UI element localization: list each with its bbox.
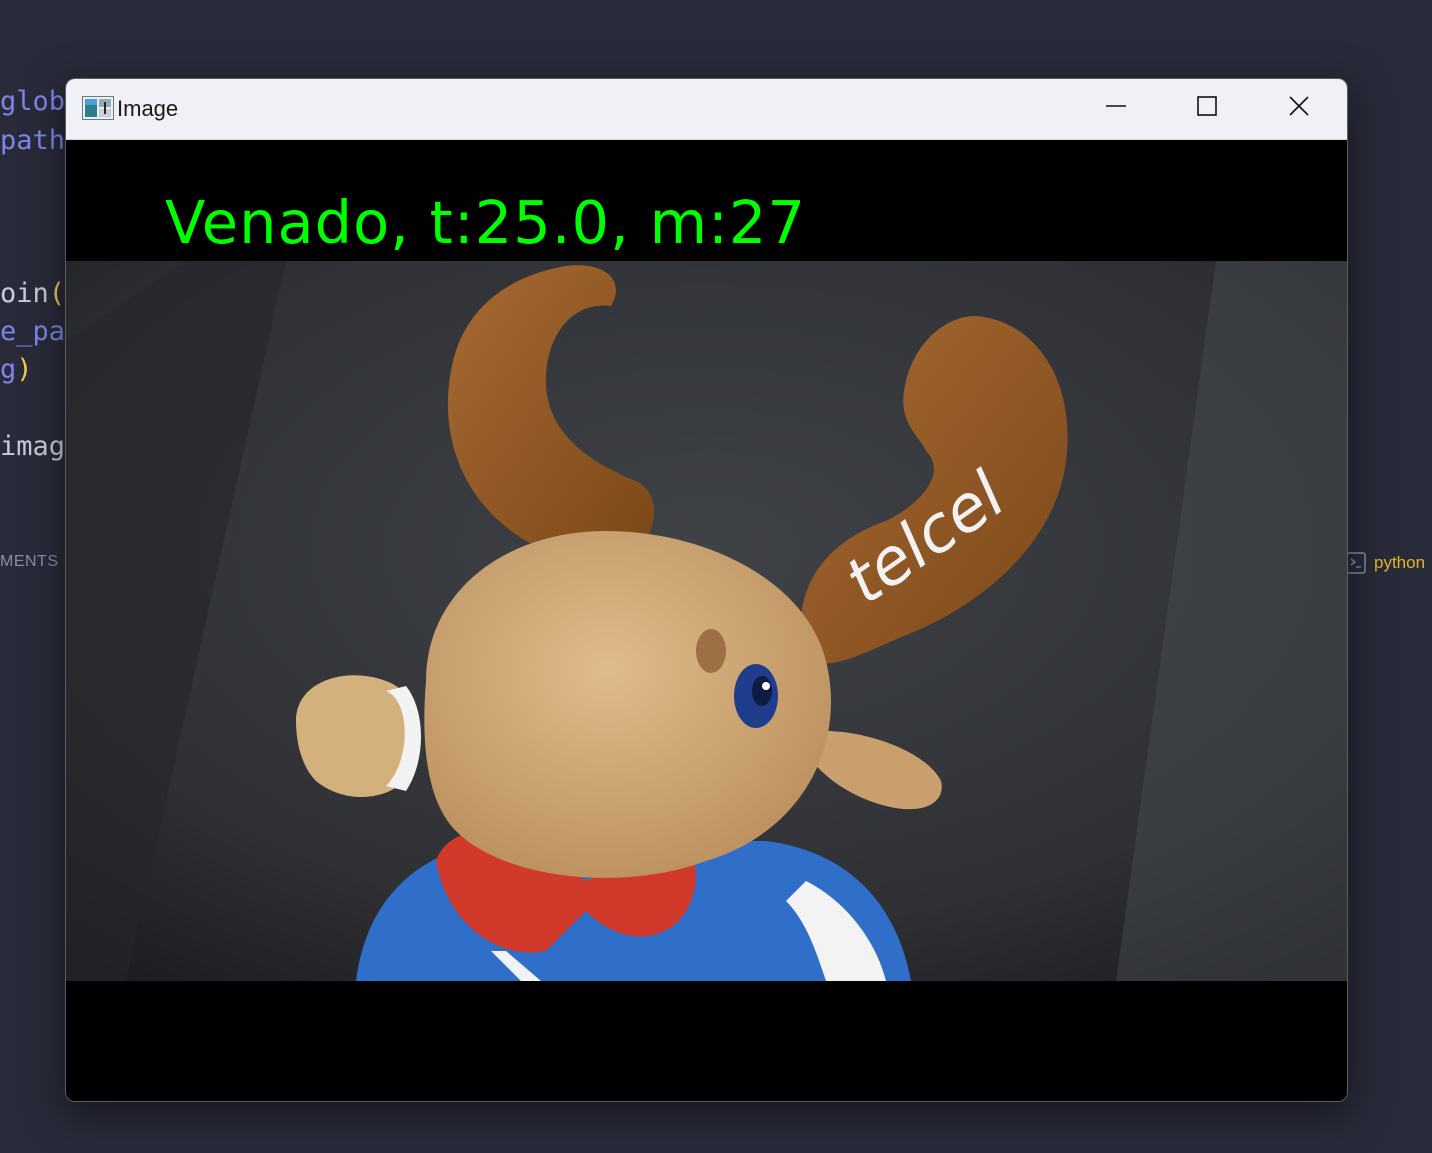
image-window[interactable]: Image Venado, t:25.0, m:27 telcel bbox=[65, 78, 1348, 1102]
code-token: oin bbox=[0, 278, 49, 309]
code-token: ) bbox=[16, 354, 33, 385]
close-button[interactable] bbox=[1254, 79, 1344, 137]
title-bar[interactable]: Image bbox=[66, 79, 1347, 140]
terminal-icon bbox=[1346, 552, 1366, 574]
detection-label: Venado, t:25.0, m:27 bbox=[165, 188, 806, 257]
maximize-button[interactable] bbox=[1162, 79, 1252, 137]
terminal-tab[interactable]: python bbox=[1346, 548, 1425, 578]
code-line: glob bbox=[0, 86, 66, 117]
camera-frame: telcel bbox=[66, 261, 1347, 981]
maximize-icon bbox=[1196, 95, 1218, 121]
code-line: g) bbox=[0, 354, 33, 385]
code-line: path bbox=[0, 125, 66, 156]
close-icon bbox=[1288, 95, 1310, 121]
terminal-tab-label: python bbox=[1374, 553, 1426, 572]
minimize-button[interactable] bbox=[1071, 79, 1161, 137]
code-token: ( bbox=[48, 278, 66, 309]
app-icon bbox=[82, 96, 114, 120]
image-canvas: Venado, t:25.0, m:27 telcel bbox=[66, 140, 1347, 1101]
panel-tab-label[interactable]: MENTS bbox=[0, 553, 59, 571]
window-title: Image bbox=[117, 96, 179, 121]
minimize-icon bbox=[1105, 95, 1127, 121]
code-line: oin( bbox=[0, 278, 65, 309]
code-token: g bbox=[0, 354, 17, 385]
